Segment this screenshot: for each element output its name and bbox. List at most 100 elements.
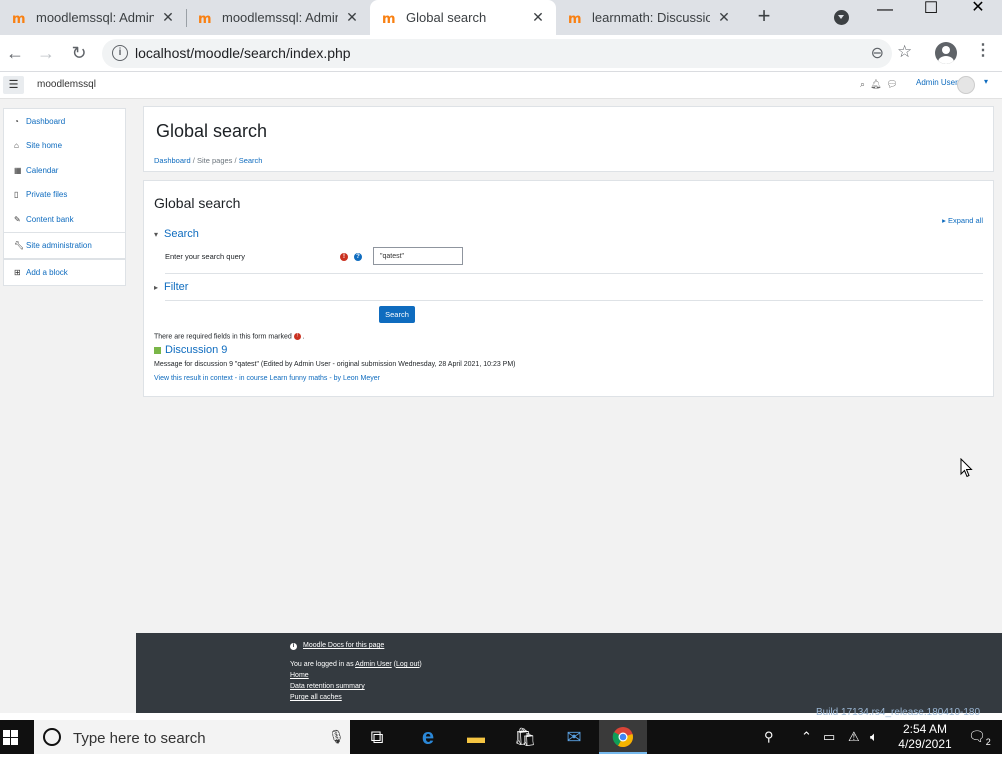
drawer-toggle-button[interactable]: ☰: [3, 76, 24, 94]
windows-taskbar: Type here to search 🎙︎ ⧉ e ▬ 🛍︎ ✉ ⚲ ⌃ ▭ …: [0, 720, 1002, 754]
tab-search-icon[interactable]: [834, 10, 849, 25]
maximize-window-icon[interactable]: ☐: [908, 1, 954, 31]
clock-date: 4/29/2021: [898, 737, 952, 751]
author-link[interactable]: by Leon Meyer: [334, 375, 380, 382]
edge-browser-icon[interactable]: e: [404, 720, 452, 754]
action-center-icon[interactable]: 🗨︎2: [968, 728, 991, 747]
tab-title: Global search: [406, 10, 487, 25]
moodle-navbar: ☰ moodlemssql ⌕🔔︎💬︎ Admin User ▾: [0, 72, 1002, 99]
user-menu-name[interactable]: Admin User: [916, 78, 958, 87]
svg-text:m: m: [198, 12, 212, 26]
content-heading: Global search: [154, 195, 241, 211]
search-icon[interactable]: ⌕: [860, 79, 870, 89]
logout-link[interactable]: Log out: [396, 661, 419, 668]
windows-logo-icon: [11, 730, 18, 737]
close-window-icon[interactable]: ✕: [955, 0, 1001, 30]
new-tab-button[interactable]: +: [752, 5, 776, 29]
required-icon: !: [340, 253, 348, 261]
notification-bell-icon[interactable]: 🔔︎: [870, 79, 886, 89]
user-avatar[interactable]: [957, 76, 975, 94]
drawer-item-calendar[interactable]: ▦ Calendar: [4, 158, 125, 183]
view-in-context-link[interactable]: View this result in context: [154, 375, 233, 382]
search-content-card: Global search ▸ Expand all ▾ Search Enter…: [143, 180, 994, 397]
site-info-icon[interactable]: i: [112, 45, 128, 61]
breadcrumb-search[interactable]: Search: [239, 156, 263, 165]
page-footer: i Moodle Docs for this page You are logge…: [136, 633, 1002, 718]
profile-avatar-icon[interactable]: [935, 42, 957, 64]
calendar-icon: ▦: [14, 165, 22, 175]
close-tab-icon[interactable]: ✕: [530, 9, 546, 26]
taskbar-search-box[interactable]: Type here to search 🎙︎: [34, 720, 350, 754]
footer-home-link[interactable]: Home: [290, 672, 309, 679]
windows-start-button[interactable]: [0, 720, 34, 754]
close-tab-icon[interactable]: ✕: [160, 9, 176, 26]
drawer-item-dashboard[interactable]: ◔ Dashboard: [4, 109, 125, 134]
search-query-input[interactable]: [373, 247, 463, 265]
store-icon[interactable]: 🛍︎: [501, 720, 549, 754]
bookmark-star-icon[interactable]: ☆: [897, 42, 912, 62]
back-arrow-icon[interactable]: ←: [3, 41, 27, 65]
add-block-link[interactable]: ⊞ Add a block: [4, 260, 125, 285]
search-submit-button[interactable]: Search: [379, 306, 415, 323]
volume-muted-icon[interactable]: 🔈︎: [870, 729, 878, 745]
dashboard-icon: ◔: [14, 116, 19, 126]
breadcrumb-dashboard[interactable]: Dashboard: [154, 156, 191, 165]
file-explorer-icon[interactable]: ▬: [452, 720, 500, 754]
filter-section-toggle[interactable]: ▸ Filter: [154, 281, 188, 293]
browser-tab[interactable]: m learnmath: Discussion ✕: [556, 0, 742, 35]
data-retention-link[interactable]: Data retention summary: [290, 683, 365, 690]
close-tab-icon[interactable]: ✕: [716, 9, 732, 26]
cortana-icon: [43, 728, 61, 746]
user-menu-caret-icon[interactable]: ▾: [984, 77, 988, 86]
minimize-window-icon[interactable]: —: [862, 2, 908, 32]
drawer-item-label: Dashboard: [26, 116, 66, 126]
info-icon: i: [290, 643, 297, 650]
browser-tab-active[interactable]: m Global search ✕: [370, 0, 556, 35]
drawer-item-private-files[interactable]: ▯ Private files: [4, 183, 125, 208]
address-bar[interactable]: i localhost/moodle/search/index.php ⊖: [102, 39, 892, 68]
result-title-link[interactable]: Discussion 9: [154, 344, 227, 356]
drawer-item-site-home[interactable]: ⌂ Site home: [4, 134, 125, 159]
task-view-icon[interactable]: ⧉: [353, 720, 401, 754]
purge-caches-link[interactable]: Purge all caches: [290, 694, 342, 701]
reload-icon[interactable]: ↻: [67, 41, 91, 65]
footer-home-line: Home: [290, 672, 309, 679]
course-link[interactable]: in course Learn funny maths: [239, 375, 327, 382]
people-icon[interactable]: ⚲: [764, 729, 774, 745]
mail-icon[interactable]: ✉: [550, 720, 598, 754]
site-name[interactable]: moodlemssql: [37, 79, 96, 90]
taskbar-clock[interactable]: 2:54 AM 4/29/2021: [890, 722, 960, 752]
url-text[interactable]: localhost/moodle/search/index.php: [135, 45, 351, 61]
chrome-taskbar-icon[interactable]: [599, 720, 647, 754]
windows-logo-icon: [3, 730, 10, 737]
network-icon[interactable]: ▭: [823, 729, 835, 745]
close-tab-icon[interactable]: ✕: [344, 9, 360, 26]
windows-logo-icon: [3, 738, 10, 745]
browser-tab[interactable]: m moodlemssql: Adminis ✕: [0, 0, 186, 35]
moodle-favicon-icon: m: [568, 12, 582, 26]
moodle-docs-link[interactable]: Moodle Docs for this page: [303, 642, 384, 649]
drawer-item-content-bank[interactable]: ✎ Content bank: [4, 207, 125, 232]
file-icon: ▯: [14, 190, 19, 200]
microphone-icon[interactable]: 🎙︎: [328, 729, 345, 745]
help-icon[interactable]: ?: [354, 253, 362, 261]
security-warning-icon[interactable]: ⚠: [848, 729, 860, 745]
mouse-cursor-icon: [960, 458, 973, 478]
navbar-icons: ⌕🔔︎💬︎: [860, 79, 903, 90]
expand-all-link[interactable]: ▸ Expand all: [942, 216, 983, 225]
notification-count: 2: [985, 736, 991, 747]
browser-menu-icon[interactable]: ⋮: [975, 43, 991, 59]
search-section-toggle[interactable]: ▾ Search: [154, 228, 199, 240]
browser-tab[interactable]: m moodlemssql: Adminis ✕: [186, 0, 370, 35]
chevron-right-icon: ▸: [154, 283, 159, 292]
messages-icon[interactable]: 💬︎: [886, 79, 902, 89]
main-region: Global search Dashboard / Site pages / S…: [136, 99, 1002, 633]
nav-drawer: ◔ Dashboard ⌂ Site home ▦ Calendar ▯ Private…: [0, 99, 136, 713]
zoom-icon[interactable]: ⊖: [871, 43, 884, 63]
forward-arrow-icon[interactable]: →: [34, 41, 58, 65]
logged-in-user-link[interactable]: Admin User: [355, 661, 392, 668]
drawer-item-site-administration[interactable]: 🔧︎ Site administration: [4, 233, 125, 258]
show-hidden-icons-caret[interactable]: ⌃: [801, 729, 812, 745]
brush-icon: ✎: [14, 214, 21, 224]
moodle-favicon-icon: m: [12, 12, 26, 26]
